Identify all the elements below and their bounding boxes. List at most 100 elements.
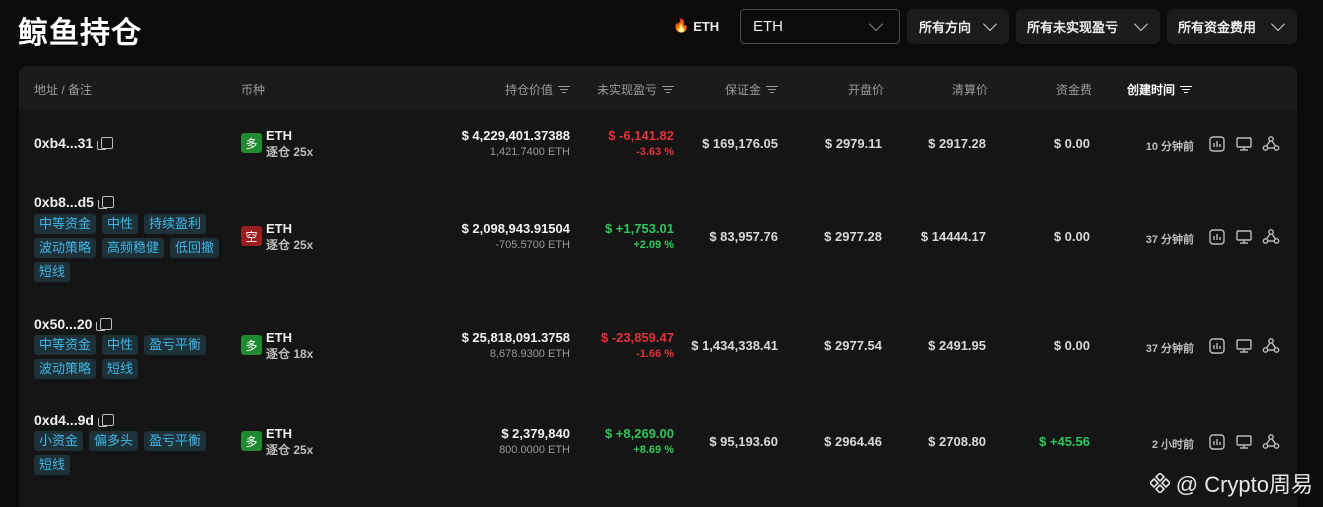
chart-icon[interactable] [1208, 337, 1226, 355]
pnl-usd: $ +1,753.01 [604, 221, 674, 236]
position-value: $ 2,098,943.91504 -705.5700 ETH [462, 220, 570, 254]
share-icon[interactable] [1262, 228, 1280, 246]
pnl-percent: +8.69 % [633, 444, 674, 456]
share-icon[interactable] [1262, 337, 1280, 355]
monitor-icon[interactable] [1235, 433, 1253, 451]
share-icon[interactable] [1262, 433, 1280, 451]
margin: $ 169,176.05 [702, 136, 778, 151]
side-badge: 多 [241, 335, 262, 355]
share-icon[interactable] [1262, 135, 1280, 153]
positions-table: 地址 / 备注 币种 持仓价值 未实现盈亏 保证金 开盘价 清算价 资金费 创建… [19, 66, 1297, 507]
chevron-down-icon [868, 16, 884, 32]
tags: 中等资金 中性 持续盈利 波动策略 高频稳健 低回撤 短线 [34, 214, 234, 282]
value-usd: $ 25,818,091.3758 [461, 330, 570, 345]
coin-cell: ETH 逐仓 25x [266, 127, 313, 161]
table-row: 0xd4...9d 小资金 偏多头 盈亏平衡 短线 多 ETH 逐仓 25x $… [19, 402, 1297, 507]
watermark: @ Crypto周易 [1149, 467, 1313, 499]
pnl-usd: $ -23,859.47 [600, 330, 674, 345]
open-price: $ 2964.46 [824, 434, 882, 449]
liq-price: $ 2917.28 [928, 136, 986, 151]
tag: 短线 [102, 359, 139, 379]
open-price: $ 2977.28 [824, 229, 882, 244]
col-value[interactable]: 持仓价值 [505, 81, 570, 98]
tag: 波动策略 [34, 359, 97, 379]
value-size: 1,421.7400 ETH [489, 146, 570, 158]
tag: 中性 [102, 214, 139, 234]
liq-price: $ 14444.17 [920, 229, 986, 244]
leverage: 逐仓 25x [266, 238, 314, 252]
copy-icon[interactable] [97, 196, 114, 209]
coin-cell: ETH 逐仓 25x [266, 425, 313, 459]
chart-icon[interactable] [1208, 433, 1226, 451]
tag: 中等资金 [34, 214, 97, 234]
table-header: 地址 / 备注 币种 持仓价值 未实现盈亏 保证金 开盘价 清算价 资金费 创建… [19, 66, 1297, 110]
funding-select[interactable]: 所有资金费用 [1167, 9, 1297, 44]
pnl-select-value: 所有未实现盈亏 [1027, 20, 1119, 35]
sort-icon [1180, 85, 1193, 94]
chart-icon[interactable] [1208, 228, 1226, 246]
copy-icon[interactable] [97, 414, 114, 427]
liq-price: $ 2491.95 [928, 338, 986, 353]
unrealized-pnl: $ +1,753.01 +2.09 % [605, 220, 674, 254]
chevron-down-icon [982, 16, 998, 32]
sort-icon [558, 85, 570, 94]
coin-symbol: ETH [266, 330, 292, 345]
col-liq: 清算价 [951, 83, 988, 97]
monitor-icon[interactable] [1235, 135, 1253, 153]
col-created[interactable]: 创建时间 [1127, 81, 1193, 98]
pnl-select[interactable]: 所有未实现盈亏 [1016, 9, 1160, 44]
col-open: 开盘价 [847, 83, 884, 97]
col-address: 地址 / 备注 [34, 83, 93, 97]
direction-select[interactable]: 所有方向 [907, 9, 1009, 44]
watermark-text: @ Crypto周易 [1175, 472, 1313, 497]
monitor-icon[interactable] [1235, 228, 1253, 246]
side-badge: 多 [241, 431, 262, 451]
page-title: 鲸鱼持仓 [18, 17, 142, 50]
token-badge: 🔥 ETH [673, 18, 719, 34]
coin-select[interactable]: ETH [740, 9, 900, 44]
value-size: -705.5700 ETH [495, 239, 570, 251]
unrealized-pnl: $ -23,859.47 -1.66 % [601, 329, 674, 363]
funding: $ 0.00 [1053, 338, 1090, 353]
address[interactable]: 0xb4...31 [34, 135, 114, 151]
token-badge-label: ETH [693, 18, 720, 34]
address[interactable]: 0xb8...d5 [34, 194, 114, 210]
address[interactable]: 0xd4...9d [34, 412, 114, 428]
value-usd: $ 4,229,401.37388 [461, 128, 570, 143]
copy-icon[interactable] [97, 137, 114, 150]
col-funding: 资金费 [1055, 83, 1092, 97]
created-time: 2 小时前 [1151, 439, 1194, 451]
tag: 波动策略 [34, 238, 97, 258]
copy-icon[interactable] [96, 318, 113, 331]
coin-symbol: ETH [266, 128, 292, 143]
col-margin[interactable]: 保证金 [725, 81, 778, 98]
sort-icon [662, 85, 674, 94]
value-usd: $ 2,379,840 [501, 426, 570, 441]
tag: 偏多头 [89, 431, 139, 451]
col-coin: 币种 [241, 83, 266, 97]
value-size: 800.0000 ETH [499, 444, 570, 456]
value-size: 8,678.9300 ETH [489, 348, 570, 360]
margin: $ 1,434,338.41 [691, 338, 778, 353]
tag: 低回撤 [170, 238, 220, 258]
table-row: 0xb4...31 多 ETH 逐仓 25x $ 4,229,401.37388… [19, 110, 1297, 178]
sort-icon [766, 85, 778, 94]
created-time: 37 分钟前 [1145, 343, 1194, 355]
coin-symbol: ETH [266, 426, 292, 441]
margin: $ 95,193.60 [709, 434, 778, 449]
address[interactable]: 0x50...20 [34, 316, 113, 332]
chevron-down-icon [1270, 16, 1286, 32]
monitor-icon[interactable] [1235, 337, 1253, 355]
table-row: 0xb8...d5 中等资金 中性 持续盈利 波动策略 高频稳健 低回撤 短线 … [19, 178, 1297, 294]
funding: $ +45.56 [1039, 434, 1090, 449]
coin-select-value: ETH [753, 18, 783, 35]
coin-cell: ETH 逐仓 18x [266, 329, 313, 363]
pnl-percent: +2.09 % [633, 239, 674, 251]
value-usd: $ 2,098,943.91504 [461, 221, 570, 236]
chart-icon[interactable] [1208, 135, 1226, 153]
row-actions [1208, 228, 1280, 246]
coin-cell: ETH 逐仓 25x [266, 220, 313, 254]
position-value: $ 4,229,401.37388 1,421.7400 ETH [462, 127, 570, 161]
leverage: 逐仓 18x [266, 347, 314, 361]
col-pnl[interactable]: 未实现盈亏 [597, 81, 674, 98]
